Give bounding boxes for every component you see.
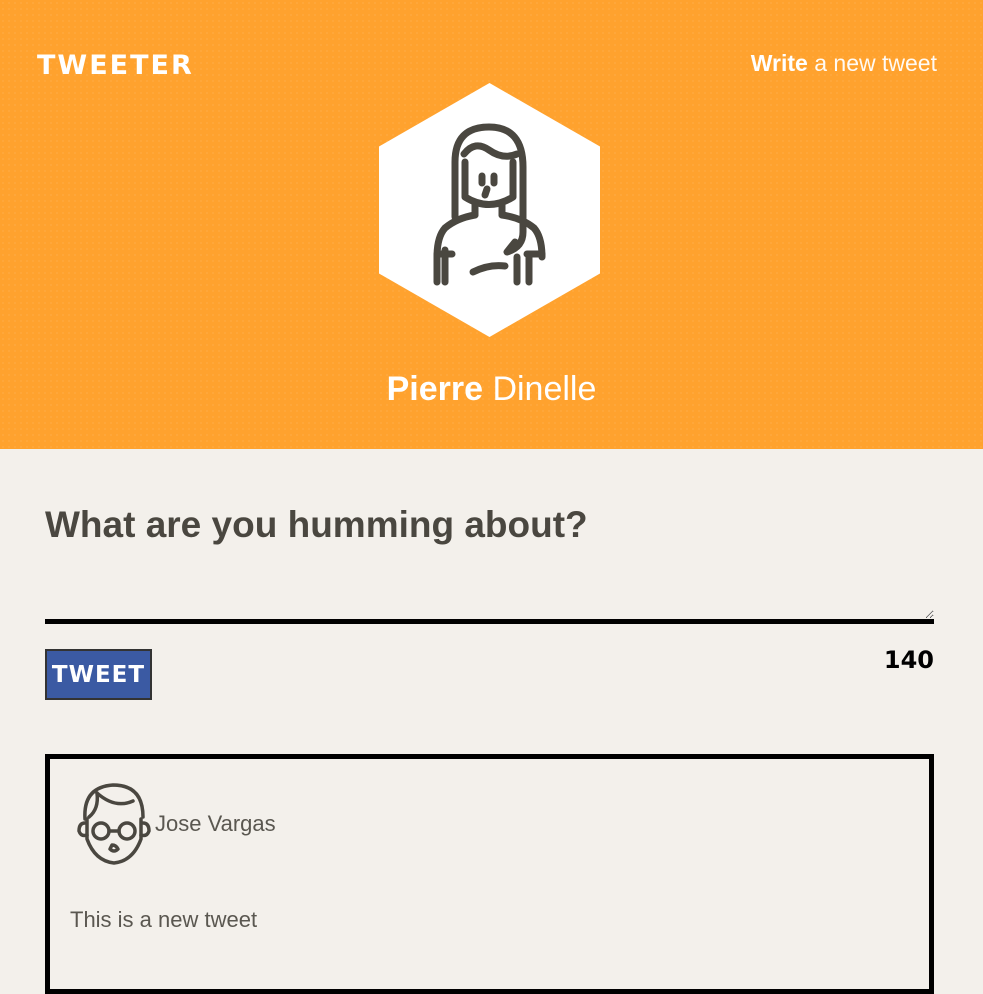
write-new-tweet-link[interactable]: Write a new tweet — [751, 50, 937, 77]
tweet-button[interactable]: TWEET — [45, 649, 152, 700]
profile-name: Pierre Dinelle — [0, 370, 983, 409]
main-content: What are you humming about? TWEET 140 — [0, 449, 983, 704]
profile-avatar — [377, 82, 602, 338]
app-logo[interactable]: TWEETER — [37, 50, 194, 81]
write-link-rest: a new tweet — [814, 50, 937, 76]
tweet-text: This is a new tweet — [70, 907, 258, 932]
tweet-author-avatar[interactable] — [75, 779, 153, 867]
woman-avatar-icon — [379, 83, 600, 337]
tweet-author-name[interactable]: Jose Vargas — [155, 811, 276, 837]
char-counter: 140 — [883, 646, 934, 674]
tweet-card: Jose Vargas This is a new tweet — [45, 754, 934, 994]
profile-first-name: Pierre — [386, 370, 483, 408]
write-link-bold: Write — [750, 50, 808, 76]
profile-header: TWEETER Write a new tweet Pierre Dinelle — [0, 0, 983, 449]
composer-controls: TWEET 140 — [45, 624, 934, 704]
profile-last-name: Dinelle — [492, 370, 597, 408]
tweet-textarea[interactable] — [45, 572, 934, 624]
man-glasses-avatar-icon — [77, 783, 151, 865]
composer-prompt: What are you humming about? — [45, 504, 588, 545]
